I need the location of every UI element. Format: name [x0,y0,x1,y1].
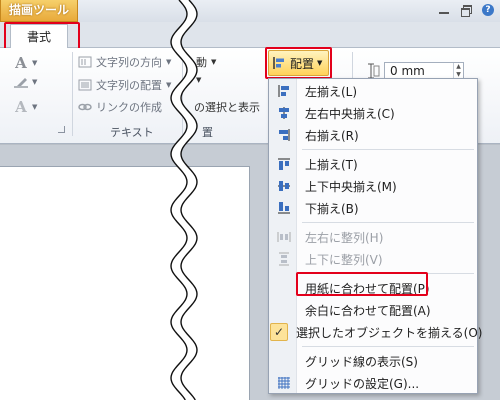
text-align-label: 文字列の配置 [96,79,162,92]
menu-item-label: 上下に整列(V) [305,252,383,267]
ribbon-tabs-row [0,22,500,48]
menu-item-label: 余白に合わせて配置(A) [305,303,431,318]
screenshot-cut-line [170,0,198,400]
align-left-icon [273,57,284,69]
align-top-icon [277,158,290,170]
menu-item-align-top[interactable]: 上揃え(T) [270,153,476,175]
link-icon [78,103,92,111]
arrange-dropdown-button[interactable]: 配置 ▼ [268,50,329,76]
text-effects-icon: A [15,98,27,116]
text-fill-button[interactable]: A ▼ [14,54,37,72]
align-bottom-icon [277,202,290,214]
chevron-down-icon: ▼ [317,59,323,67]
menu-item-align-center[interactable]: 左右中央揃え(C) [270,102,476,124]
dropdown-arrow-icon: ▼ [32,59,38,67]
text-outline-button[interactable]: ▼ [14,76,37,88]
text-group-label: テキスト [110,126,154,139]
align-left-icon [278,85,289,97]
distribute-vertical-icon [278,252,289,266]
menu-item-align-bottom[interactable]: 下揃え(B) [270,197,476,219]
pen-icon [14,78,28,88]
menu-item-distribute-vertically[interactable]: 上下に整列(V) [270,248,476,270]
align-middle-icon [277,181,290,191]
text-direction-button[interactable]: 文字列の方向 ▼ [78,54,171,70]
create-link-label: リンクの作成 [96,101,162,114]
text-direction-icon [78,56,92,68]
document-page[interactable] [0,166,250,400]
restore-icon[interactable] [460,4,472,17]
menu-item-align-left[interactable]: 左揃え(L) [270,80,476,102]
menu-item-label: 左右に整列(H) [305,230,384,245]
text-effects-button[interactable]: A ▼ [14,98,37,116]
align-center-icon [278,107,289,119]
arrange-dropdown-menu: 左揃え(L) 左右中央揃え(C) 右揃え(R) 上揃え(T) 上下中央揃え(M)… [268,78,482,394]
text-align-button[interactable]: 文字列の配置 ▼ [78,77,171,93]
menu-item-align-to-margin[interactable]: 余白に合わせて配置(A) [270,299,476,321]
checkmark-icon: ✓ [270,323,288,341]
drawing-tools-context-tab[interactable]: 描画ツール [0,0,78,22]
menu-item-align-right[interactable]: 右揃え(R) [270,124,476,146]
menu-item-label: 右揃え(R) [305,128,359,143]
menu-item-label: 上下中央揃え(M) [305,179,397,194]
menu-separator [302,346,474,347]
dropdown-arrow-icon: ▼ [32,103,38,111]
menu-item-label: 用紙に合わせて配置(P) [305,281,430,296]
menu-item-label: 左揃え(L) [305,84,358,99]
font-color-icon: A [15,54,27,72]
menu-separator [302,222,474,223]
menu-item-label: 選択したオブジェクトを揃える(O) [296,325,483,340]
group-divider [72,52,73,136]
menu-separator [302,149,474,150]
distribute-horizontal-icon [277,232,290,242]
text-align-icon [78,79,92,91]
menu-item-distribute-horizontally[interactable]: 左右に整列(H) [270,226,476,248]
menu-item-label: グリッドの設定(G)... [305,376,420,391]
menu-item-align-selected-objects[interactable]: ✓ 選択したオブジェクトを揃える(O) [270,321,482,343]
menu-item-label: 下揃え(B) [305,201,359,216]
tab-format[interactable]: 書式 [10,24,68,49]
dialog-launcher-icon[interactable] [58,126,65,133]
menu-separator [302,273,474,274]
window-controls: ? [438,4,494,17]
shape-height-value: 0 mm [390,64,425,78]
help-icon[interactable]: ? [482,4,494,16]
spin-buttons[interactable]: ▲ ▼ [453,63,463,79]
create-link-button[interactable]: リンクの作成 [78,99,162,115]
align-right-icon [278,129,289,141]
menu-item-label: グリッド線の表示(S) [305,354,418,369]
menu-item-label: 上揃え(T) [305,157,358,172]
menu-item-align-to-page[interactable]: 用紙に合わせて配置(P) [270,277,476,299]
dropdown-arrow-icon: ▼ [211,58,217,66]
menu-item-grid-settings[interactable]: グリッドの設定(G)... [270,372,476,394]
dropdown-arrow-icon: ▼ [32,78,38,86]
menu-item-show-gridlines[interactable]: グリッド線の表示(S) [270,350,476,372]
menu-item-label: 左右中央揃え(C) [305,106,395,121]
minimize-icon[interactable] [438,4,450,16]
arrange-button-label: 配置 [290,56,315,71]
spin-up-icon[interactable]: ▲ [454,63,463,71]
menu-item-align-middle[interactable]: 上下中央揃え(M) [270,175,476,197]
grid-icon [277,377,290,389]
text-direction-label: 文字列の方向 [96,56,162,69]
